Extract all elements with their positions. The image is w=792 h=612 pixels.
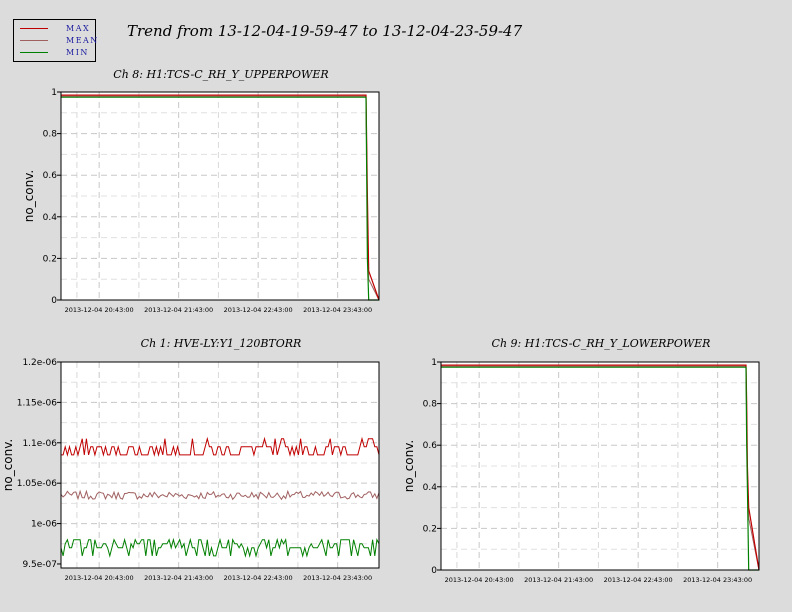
y-tick-label: 1e-06: [31, 520, 57, 530]
x-tick-label: 2013-12-04 22:43:00: [224, 574, 293, 582]
y-tick-label: 0.6: [43, 171, 58, 181]
y-tick-label: 1.15e-06: [17, 398, 58, 408]
y-tick-label: 0.4: [43, 213, 58, 223]
y-tick-label: 1: [431, 358, 437, 368]
y-tick-label: 0.2: [423, 524, 437, 534]
y-axis-label: no_conv.: [402, 440, 416, 492]
y-tick-label: 1: [51, 88, 57, 98]
x-tick-label: 2013-12-04 23:43:00: [683, 576, 752, 584]
plot-area: [61, 362, 379, 568]
y-tick-label: 1.05e-06: [17, 479, 58, 489]
y-tick-label: 1.2e-06: [22, 358, 57, 368]
x-tick-label: 2013-12-04 23:43:00: [303, 574, 372, 582]
y-tick-label: 0.2: [43, 254, 57, 264]
x-tick-label: 2013-12-04 20:43:00: [65, 574, 134, 582]
y-tick-label: 0: [51, 296, 57, 306]
y-tick-label: 0: [431, 566, 437, 576]
y-tick-label: 0.8: [43, 130, 58, 140]
x-tick-label: 2013-12-04 20:43:00: [445, 576, 514, 584]
y-tick-label: 9.5e-07: [22, 560, 57, 570]
x-tick-label: 2013-12-04 22:43:00: [224, 306, 293, 314]
chart-title: Ch 8: H1:TCS-C_RH_Y_UPPERPOWER: [113, 68, 328, 81]
x-tick-label: 2013-12-04 21:43:00: [524, 576, 593, 584]
x-tick-label: 2013-12-04 21:43:00: [144, 306, 213, 314]
y-tick-label: 1.1e-06: [22, 439, 57, 449]
x-tick-label: 2013-12-04 23:43:00: [303, 306, 372, 314]
x-tick-label: 2013-12-04 20:43:00: [65, 306, 134, 314]
chart-title: Ch 1: HVE-LY:Y1_120BTORR: [141, 337, 302, 350]
x-tick-label: 2013-12-04 22:43:00: [604, 576, 673, 584]
y-tick-label: 0.8: [423, 400, 438, 410]
charts-canvas: 0 0.2 0.4 0.6 0.8 1 2013-12-04 20:43:00 2013-12…: [1, 68, 760, 584]
y-tick-label: 0.4: [423, 483, 438, 493]
chart-title: Ch 9: H1:TCS-C_RH_Y_LOWERPOWER: [492, 337, 711, 350]
y-axis-label: no_conv.: [1, 439, 15, 491]
x-tick-label: 2013-12-04 21:43:00: [144, 574, 213, 582]
y-axis-label: no_conv.: [22, 170, 36, 222]
y-tick-label: 0.6: [423, 441, 438, 451]
